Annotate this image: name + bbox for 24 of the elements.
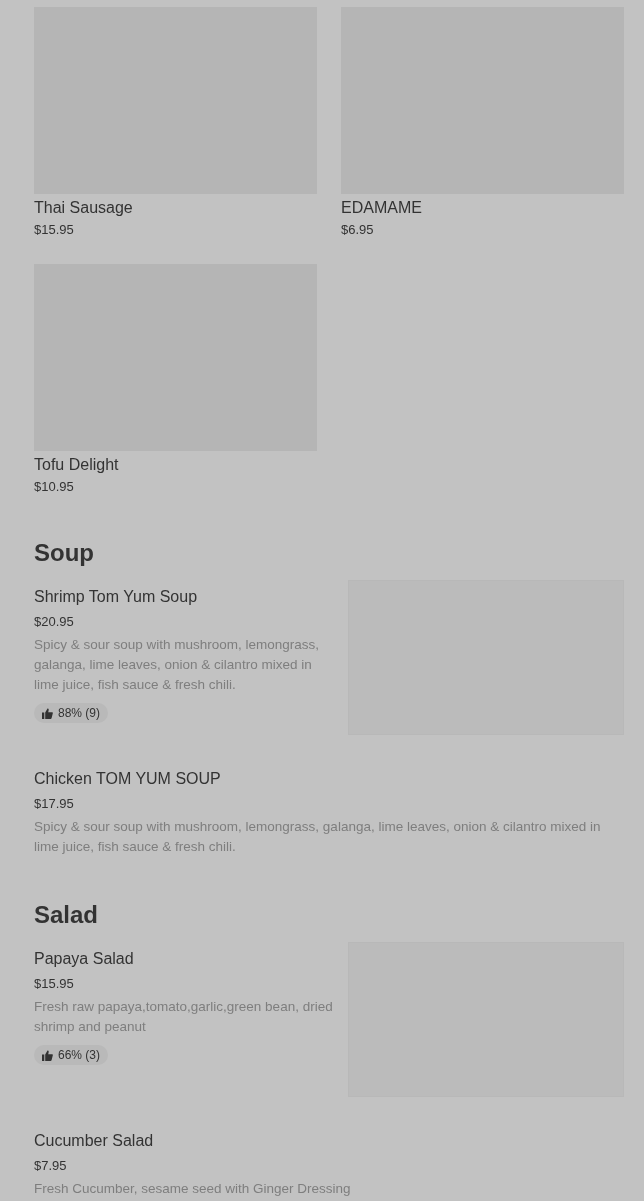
item-name[interactable]: Cucumber Salad [34, 1131, 624, 1151]
item-name[interactable]: Thai Sausage [34, 198, 317, 218]
item-description: Spicy & sour soup with mushroom, lemongrass, galanga, lime leaves, onion & cilantro mixed in lime juice, fish sauce & fresh chili. [34, 818, 602, 856]
rating-text: 66% (3) [58, 1048, 101, 1062]
item-price: $15.95 [34, 221, 75, 239]
item-price: $6.95 [341, 221, 375, 239]
item-name[interactable]: Chicken TOM YUM SOUP [34, 769, 624, 789]
item-price: $20.95 [34, 613, 75, 631]
section-heading: Soup [34, 538, 95, 568]
rating-text: 88% (9) [58, 706, 101, 720]
thumbs-up-icon [42, 707, 53, 719]
item-name[interactable]: Shrimp Tom Yum Soup [34, 587, 336, 607]
item-price: $7.95 [34, 1157, 68, 1175]
item-name[interactable]: EDAMAME [341, 198, 624, 218]
item-price: $10.95 [34, 478, 75, 496]
item-description: Fresh Cucumber, sesame seed with Ginger Dressing [34, 1180, 352, 1198]
item-description: Fresh raw papaya,tomato,garlic,green bean, dried shrimp and peanut [34, 998, 334, 1036]
section-heading: Salad [34, 900, 100, 930]
thumbs-up-icon [42, 1049, 53, 1061]
item-name[interactable]: Papaya Salad [34, 949, 336, 969]
item-price: $17.95 [34, 795, 75, 813]
item-description: Spicy & sour soup with mushroom, lemongrass, galanga, lime leaves, onion & cilantro mixed in lime juice, fish sauce & fresh chili. [34, 636, 321, 694]
item-name[interactable]: Tofu Delight [34, 455, 317, 475]
item-price: $15.95 [34, 975, 75, 993]
